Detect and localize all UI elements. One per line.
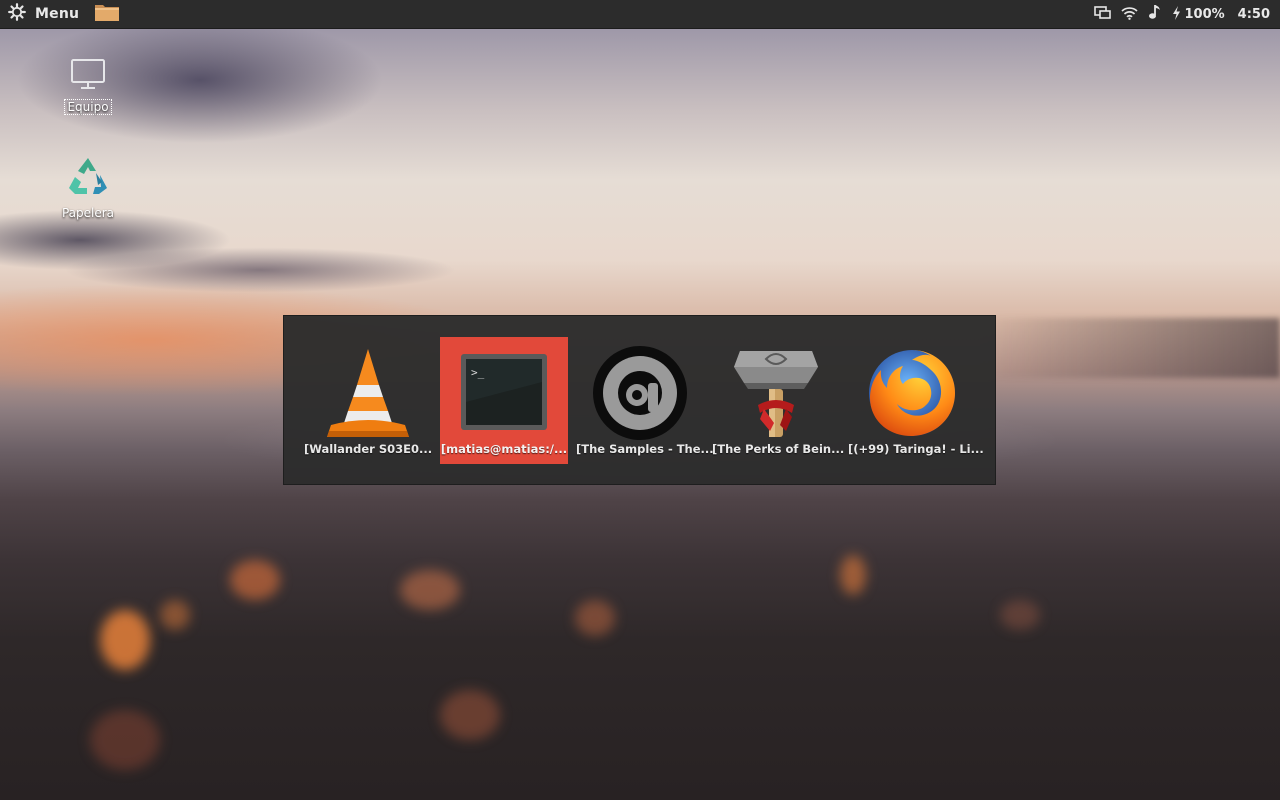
- top-panel: Menu 100% 4:50: [0, 0, 1280, 29]
- wallpaper-bokeh: [160, 600, 190, 630]
- book-hammer-icon: [726, 343, 826, 443]
- sound-button[interactable]: [1148, 0, 1162, 29]
- desktop-icon-label: Papelera: [61, 206, 115, 220]
- wallpaper-bokeh: [575, 600, 615, 636]
- switcher-item-title: [The Perks of Bein...: [712, 442, 845, 456]
- menu-label: Menu: [35, 6, 80, 22]
- switcher-item-title: [The Samples - The...: [576, 442, 714, 456]
- battery-button[interactable]: 100%: [1172, 0, 1225, 29]
- recycle-bin-icon: [65, 155, 111, 203]
- network-button[interactable]: [1121, 0, 1139, 29]
- wallpaper-bokeh: [90, 710, 160, 770]
- switcher-item-title: [Wallander S03E0...: [304, 442, 433, 456]
- menu-button[interactable]: Menu: [0, 0, 87, 29]
- terminal-icon: >_: [454, 343, 554, 443]
- monitor-icon: [70, 58, 106, 96]
- vlc-cone-icon: [318, 343, 418, 443]
- svg-text:>_: >_: [471, 366, 485, 379]
- switcher-item-title: [(+99) Taringa! - Li...: [848, 442, 984, 456]
- wallpaper-bokeh: [100, 610, 150, 670]
- system-tray: 100% 4:50: [1084, 0, 1280, 29]
- desktop-icon-equipo[interactable]: Equipo: [48, 58, 128, 115]
- wallpaper-bokeh: [1000, 600, 1040, 630]
- display-icon: [1094, 5, 1112, 24]
- switcher-item-terminal[interactable]: >_ [matias@matias:/...: [440, 337, 568, 464]
- wifi-icon: [1121, 5, 1139, 24]
- switcher-item-vlc[interactable]: [Wallander S03E0...: [304, 337, 432, 464]
- wallpaper-bokeh: [440, 690, 500, 740]
- audacious-icon: [590, 343, 690, 443]
- firefox-icon: [862, 343, 962, 443]
- desktop-icon-label: Equipo: [64, 99, 112, 115]
- window-switcher: [Wallander S03E0... >_ [matias@matias:/.…: [283, 315, 996, 485]
- switcher-item-title: [matias@matias:/...: [440, 442, 568, 456]
- wallpaper-bokeh: [400, 570, 460, 610]
- desktop-icon-papelera[interactable]: Papelera: [48, 155, 128, 220]
- battery-percentage: 100%: [1184, 6, 1225, 22]
- music-note-icon: [1148, 4, 1162, 24]
- folder-icon: [94, 2, 120, 26]
- lightning-icon: [1172, 5, 1181, 24]
- clock[interactable]: 4:50: [1238, 0, 1270, 29]
- gear-icon: [8, 3, 26, 25]
- wallpaper-bokeh: [230, 560, 280, 600]
- switcher-item-book[interactable]: [The Perks of Bein...: [712, 337, 845, 464]
- folder-launcher[interactable]: [93, 3, 121, 25]
- display-button[interactable]: [1094, 0, 1112, 29]
- switcher-item-firefox[interactable]: [(+99) Taringa! - Li...: [848, 337, 984, 464]
- wallpaper-treeline: [980, 318, 1280, 378]
- wallpaper-bokeh: [840, 555, 866, 595]
- switcher-item-audacious[interactable]: [The Samples - The...: [576, 337, 714, 464]
